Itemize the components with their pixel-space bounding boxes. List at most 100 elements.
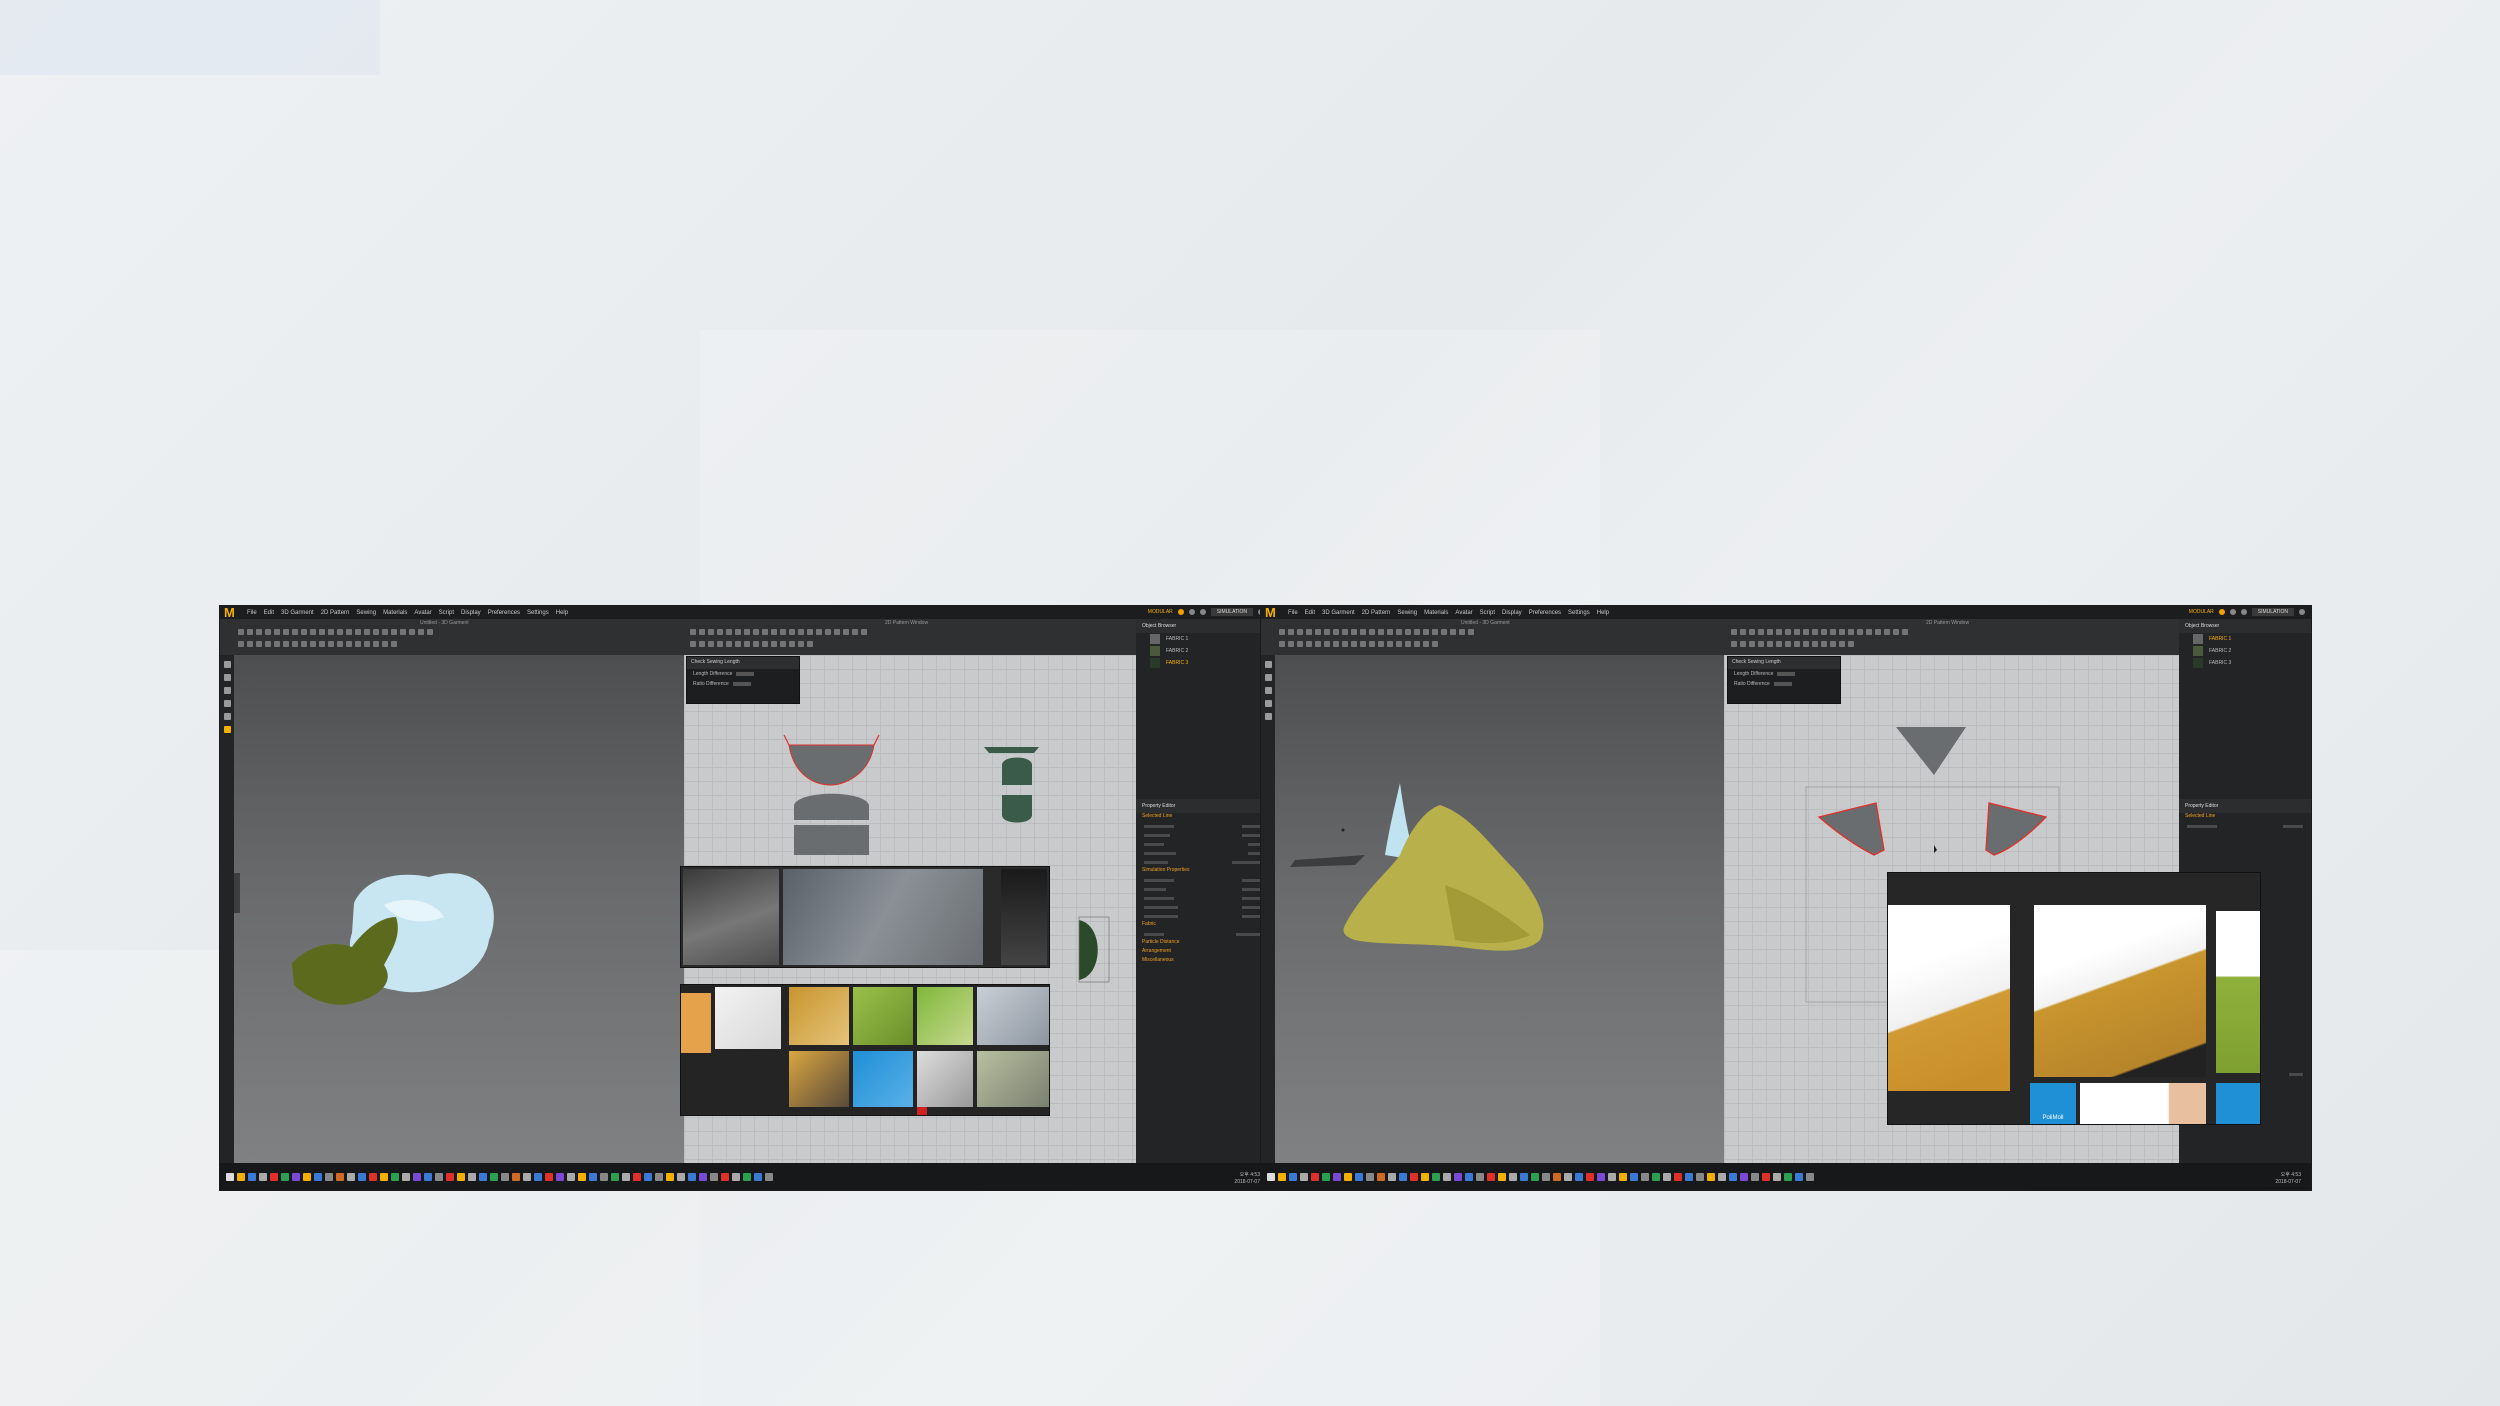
tool-icon[interactable]	[319, 641, 325, 647]
tool-icon[interactable]	[1264, 713, 1272, 720]
taskbar-app-icon[interactable]	[545, 1172, 553, 1181]
taskbar-app-icon[interactable]	[622, 1172, 630, 1181]
tool-icon[interactable]	[346, 629, 352, 635]
tool-icon[interactable]	[852, 629, 858, 635]
taskbar-app-icon[interactable]	[1795, 1172, 1803, 1181]
taskbar-app-icon[interactable]	[611, 1172, 619, 1181]
tool-icon[interactable]	[1758, 629, 1764, 635]
tool-icon[interactable]	[382, 641, 388, 647]
menu-sewing[interactable]: Sewing	[1397, 610, 1417, 616]
tool-icon[interactable]	[753, 629, 759, 635]
taskbar-app-icon[interactable]	[1487, 1172, 1495, 1181]
taskbar-app-icon[interactable]	[710, 1172, 718, 1181]
tool-icon[interactable]	[1839, 629, 1845, 635]
taskbar-app-icon[interactable]	[1553, 1172, 1561, 1181]
tool-icon[interactable]	[1264, 687, 1272, 694]
property-row[interactable]	[1136, 840, 1270, 849]
property-row[interactable]	[1136, 858, 1270, 867]
taskbar-app-icon[interactable]	[457, 1172, 465, 1181]
menu-file[interactable]: File	[247, 610, 257, 616]
tool-icon[interactable]	[373, 629, 379, 635]
tool-icon[interactable]	[1315, 629, 1321, 635]
value-box[interactable]	[1777, 672, 1796, 676]
tool-icon[interactable]	[1396, 641, 1402, 647]
taskbar-app-icon[interactable]	[1498, 1172, 1506, 1181]
tool-icon[interactable]	[223, 726, 231, 733]
taskbar-app-icon[interactable]	[1652, 1172, 1660, 1181]
start-icon[interactable]	[226, 1172, 234, 1181]
tool-icon[interactable]	[1866, 629, 1872, 635]
gallery-thumbnail[interactable]	[789, 987, 849, 1045]
property-row[interactable]	[1136, 831, 1270, 840]
taskbar-clock[interactable]: 오후 4:53 2018-07-07	[2275, 1172, 2301, 1186]
simulation-mode-button[interactable]: SIMULATION	[1210, 608, 1253, 616]
taskbar-app-icon[interactable]	[1729, 1172, 1737, 1181]
tool-icon[interactable]	[1758, 641, 1764, 647]
product-photo[interactable]	[2034, 905, 2206, 1077]
tool-icon[interactable]	[223, 687, 231, 694]
taskbar-app-icon[interactable]	[413, 1172, 421, 1181]
tool-icon[interactable]	[1812, 629, 1818, 635]
gallery-thumbnail[interactable]	[917, 1051, 973, 1107]
property-row[interactable]	[1136, 876, 1270, 885]
tool-icon[interactable]	[753, 641, 759, 647]
tool-icon[interactable]	[328, 641, 334, 647]
notification-icon[interactable]	[1177, 609, 1184, 615]
taskbar-app-icon[interactable]	[402, 1172, 410, 1181]
tool-icon[interactable]	[1387, 641, 1393, 647]
tool-icon[interactable]	[771, 629, 777, 635]
tool-icon[interactable]	[726, 641, 732, 647]
taskbar-app-icon[interactable]	[358, 1172, 366, 1181]
tool-icon[interactable]	[1306, 641, 1312, 647]
gallery-thumbnail[interactable]	[715, 987, 781, 1049]
tool-icon[interactable]	[283, 641, 289, 647]
taskbar-app-icon[interactable]	[721, 1172, 729, 1181]
tool-icon[interactable]	[789, 629, 795, 635]
tool-icon[interactable]	[364, 641, 370, 647]
tool-icon[interactable]	[418, 629, 424, 635]
taskbar-app-icon[interactable]	[237, 1172, 245, 1181]
tool-icon[interactable]	[1297, 641, 1303, 647]
menu-settings[interactable]: Settings	[1568, 610, 1590, 616]
tool-icon[interactable]	[861, 629, 867, 635]
tool-icon[interactable]	[1803, 641, 1809, 647]
tool-icon[interactable]	[1731, 641, 1737, 647]
tool-icon[interactable]	[301, 629, 307, 635]
tool-icon[interactable]	[1360, 629, 1366, 635]
taskbar-app-icon[interactable]	[633, 1172, 641, 1181]
tool-icon[interactable]	[1396, 629, 1402, 635]
taskbar-app-icon[interactable]	[479, 1172, 487, 1181]
taskbar-app-icon[interactable]	[699, 1172, 707, 1181]
tool-icon[interactable]	[391, 641, 397, 647]
tool-icon[interactable]	[427, 629, 433, 635]
product-photo[interactable]	[2216, 911, 2260, 1073]
tool-icon[interactable]	[699, 629, 705, 635]
taskbar-app-icon[interactable]	[248, 1172, 256, 1181]
menu-script[interactable]: Script	[1480, 610, 1495, 616]
taskbar-app-icon[interactable]	[1773, 1172, 1781, 1181]
tool-icon[interactable]	[274, 629, 280, 635]
gallery-thumbnail[interactable]	[789, 1051, 849, 1107]
taskbar-app-icon[interactable]	[1630, 1172, 1638, 1181]
3d-viewport[interactable]	[234, 655, 684, 1163]
tool-icon[interactable]	[1414, 641, 1420, 647]
gallery-thumbnail[interactable]	[977, 1051, 1049, 1107]
user-icon[interactable]	[1188, 609, 1195, 615]
tool-icon[interactable]	[1324, 629, 1330, 635]
user-icon[interactable]	[2229, 609, 2236, 615]
tool-icon[interactable]	[1749, 641, 1755, 647]
taskbar-app-icon[interactable]	[1388, 1172, 1396, 1181]
tool-icon[interactable]	[1369, 629, 1375, 635]
tool-icon[interactable]	[382, 629, 388, 635]
value-box[interactable]	[732, 682, 751, 686]
tool-icon[interactable]	[1893, 629, 1899, 635]
tool-icon[interactable]	[834, 629, 840, 635]
tool-icon[interactable]	[301, 641, 307, 647]
tool-icon[interactable]	[1812, 641, 1818, 647]
tool-icon[interactable]	[708, 641, 714, 647]
length-difference-row[interactable]: Length Difference	[1728, 669, 1840, 679]
section-header[interactable]: Fabric	[1136, 921, 1270, 930]
tool-icon[interactable]	[1857, 629, 1863, 635]
tool-icon[interactable]	[1450, 629, 1456, 635]
taskbar-app-icon[interactable]	[1663, 1172, 1671, 1181]
